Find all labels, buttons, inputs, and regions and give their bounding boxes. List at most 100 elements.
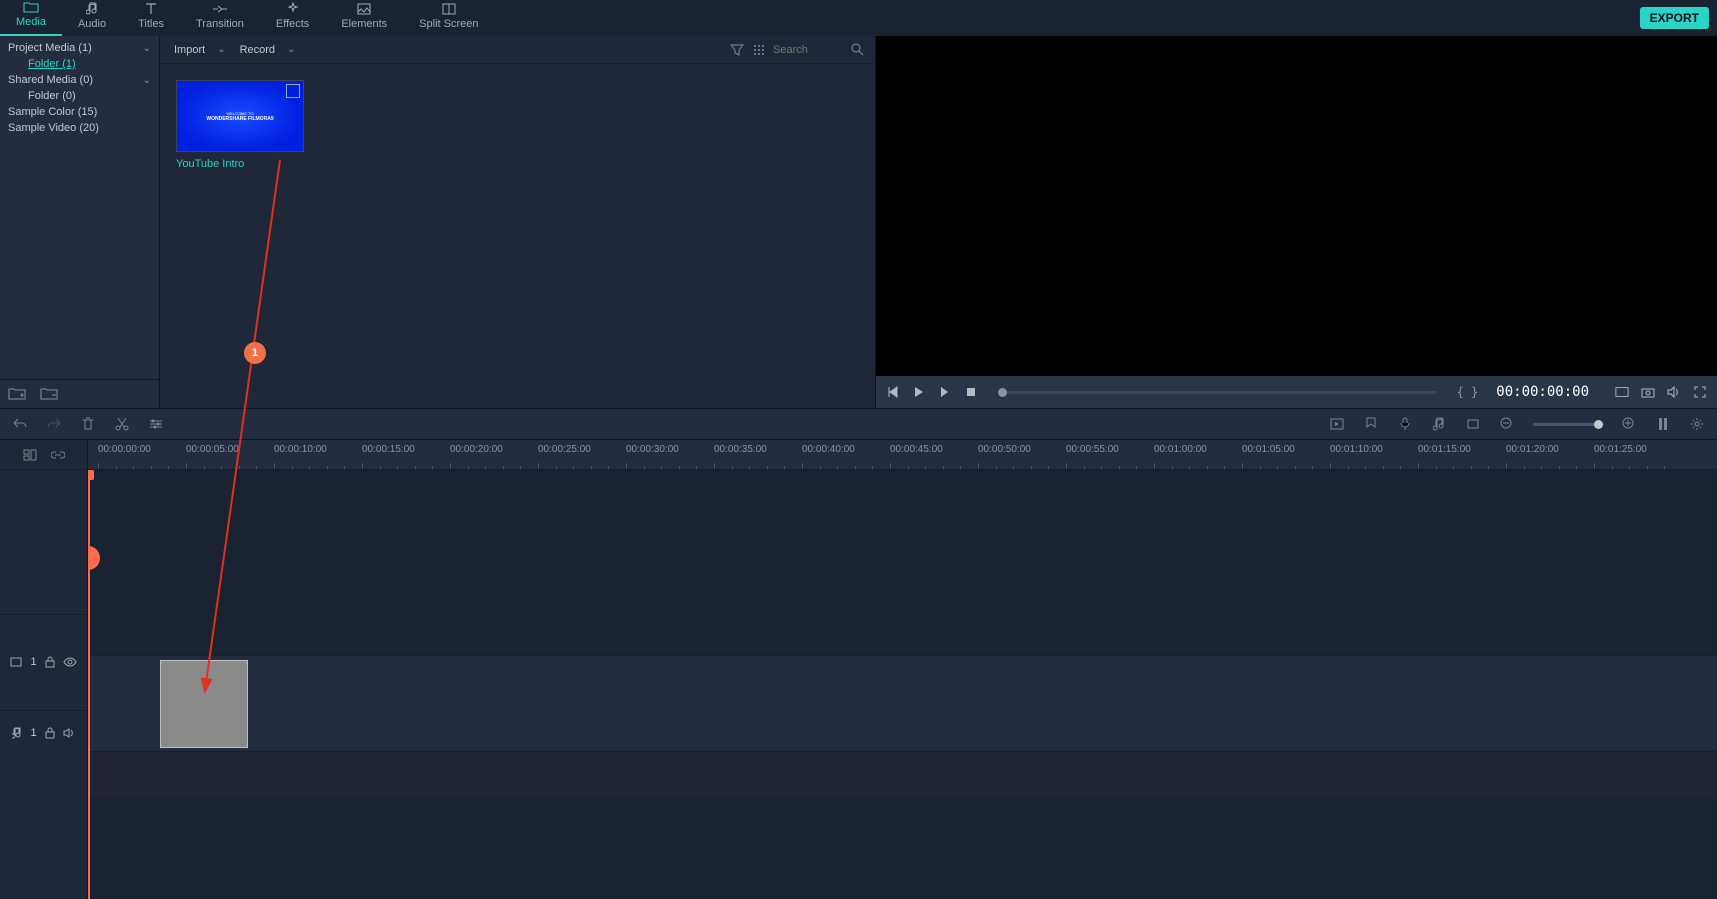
snapshot-icon[interactable] bbox=[1641, 385, 1655, 399]
tree-folder-0[interactable]: Folder (0) bbox=[0, 88, 159, 104]
track-number: 1 bbox=[30, 727, 36, 739]
zoom-in-icon[interactable] bbox=[1621, 416, 1637, 432]
render-icon[interactable] bbox=[1329, 416, 1345, 432]
lock-icon[interactable] bbox=[45, 656, 55, 668]
delete-icon[interactable] bbox=[80, 416, 96, 432]
import-dropdown[interactable]: Import⌄ bbox=[170, 42, 230, 58]
mark-in-out-icon[interactable]: { } bbox=[1457, 385, 1479, 399]
clip-youtube-intro[interactable]: WELCOME TO WONDERSHARE FILMORA9 YouTube … bbox=[176, 80, 304, 170]
ruler-label: 00:01:25:00 bbox=[1594, 444, 1647, 455]
ruler-label: 00:00:50:00 bbox=[978, 444, 1031, 455]
audio-track-1[interactable] bbox=[88, 751, 1717, 797]
tab-label: Titles bbox=[138, 18, 164, 30]
tab-label: Audio bbox=[78, 18, 106, 30]
playhead[interactable] bbox=[88, 470, 90, 899]
timeline-tracks[interactable]: 00:00:00:0000:00:05:0000:00:10:0000:00:1… bbox=[88, 440, 1717, 899]
timeline-ruler[interactable]: 00:00:00:0000:00:05:0000:00:10:0000:00:1… bbox=[88, 440, 1717, 470]
zoom-fit-icon[interactable] bbox=[1655, 416, 1671, 432]
ruler-label: 00:01:10:00 bbox=[1330, 444, 1383, 455]
media-sidebar: Project Media (1)⌄ Folder (1) Shared Med… bbox=[0, 36, 160, 408]
toggle-track-height-icon[interactable] bbox=[22, 447, 38, 463]
tree-project-media[interactable]: Project Media (1)⌄ bbox=[0, 40, 159, 56]
tree-shared-media[interactable]: Shared Media (0)⌄ bbox=[0, 72, 159, 88]
tab-elements[interactable]: Elements bbox=[325, 0, 403, 36]
tab-label: Effects bbox=[276, 18, 309, 30]
ruler-label: 00:00:10:00 bbox=[274, 444, 327, 455]
redo-icon[interactable] bbox=[46, 416, 62, 432]
edit-props-icon[interactable] bbox=[148, 416, 164, 432]
video-track-1[interactable] bbox=[88, 655, 1717, 751]
search-input[interactable] bbox=[773, 44, 843, 56]
preview-progress[interactable] bbox=[998, 391, 1437, 394]
preview-timecode: 00:00:00:00 bbox=[1496, 384, 1589, 400]
next-frame-icon[interactable] bbox=[938, 385, 952, 399]
grid-view-icon[interactable] bbox=[751, 42, 767, 58]
fullscreen-icon[interactable] bbox=[1693, 385, 1707, 399]
split-clip-icon[interactable] bbox=[114, 416, 130, 432]
new-folder-icon[interactable] bbox=[8, 386, 26, 402]
media-toolbar: Import⌄ Record⌄ bbox=[160, 36, 875, 64]
chevron-down-icon: ⌄ bbox=[217, 44, 225, 55]
search-icon[interactable] bbox=[849, 42, 865, 58]
clip-drop-ghost bbox=[160, 660, 248, 748]
voiceover-icon[interactable] bbox=[1397, 416, 1413, 432]
render-preview-icon[interactable] bbox=[1615, 385, 1629, 399]
zoom-slider[interactable] bbox=[1533, 423, 1603, 426]
volume-icon[interactable] bbox=[1667, 385, 1681, 399]
link-icon[interactable] bbox=[50, 447, 66, 463]
undo-icon[interactable] bbox=[12, 416, 28, 432]
tree-sample-color[interactable]: Sample Color (15) bbox=[0, 104, 159, 120]
zoom-out-icon[interactable] bbox=[1499, 416, 1515, 432]
clip-label: YouTube Intro bbox=[176, 152, 304, 170]
tab-audio[interactable]: Audio bbox=[62, 0, 122, 36]
search-wrap bbox=[773, 42, 865, 58]
preview-panel: { } 00:00:00:00 bbox=[876, 36, 1717, 408]
ruler-label: 00:00:55:00 bbox=[1066, 444, 1119, 455]
record-dropdown[interactable]: Record⌄ bbox=[236, 42, 300, 58]
ruler-label: 00:01:15:00 bbox=[1418, 444, 1471, 455]
audio-mixer-icon[interactable] bbox=[1431, 416, 1447, 432]
transition-icon bbox=[212, 2, 228, 16]
tree-folder-1[interactable]: Folder (1) bbox=[0, 56, 159, 72]
tab-label: Elements bbox=[341, 18, 387, 30]
audio-track-header[interactable]: 1 bbox=[0, 710, 87, 756]
text-icon bbox=[143, 2, 159, 16]
media-tree: Project Media (1)⌄ Folder (1) Shared Med… bbox=[0, 36, 159, 379]
prev-frame-icon[interactable] bbox=[886, 385, 900, 399]
preview-viewport bbox=[876, 36, 1717, 376]
delete-folder-icon[interactable] bbox=[40, 386, 58, 402]
music-icon bbox=[84, 2, 100, 16]
tab-media[interactable]: Media bbox=[0, 0, 62, 36]
export-button[interactable]: EXPORT bbox=[1640, 7, 1709, 29]
tab-titles[interactable]: Titles bbox=[122, 0, 180, 36]
tab-split-screen[interactable]: Split Screen bbox=[403, 0, 494, 36]
eye-icon[interactable] bbox=[63, 657, 77, 667]
ruler-label: 00:00:45:00 bbox=[890, 444, 943, 455]
marker-icon[interactable] bbox=[1363, 416, 1379, 432]
sidebar-bottom-bar bbox=[0, 379, 159, 408]
play-icon[interactable] bbox=[912, 385, 926, 399]
ruler-label: 00:00:35:00 bbox=[714, 444, 767, 455]
filter-icon[interactable] bbox=[729, 42, 745, 58]
tree-sample-video[interactable]: Sample Video (20) bbox=[0, 120, 159, 136]
tab-label: Transition bbox=[196, 18, 244, 30]
settings-icon[interactable] bbox=[1689, 416, 1705, 432]
track-number: 1 bbox=[30, 656, 36, 668]
split-icon bbox=[441, 2, 457, 16]
ruler-label: 00:01:20:00 bbox=[1506, 444, 1559, 455]
mute-icon[interactable] bbox=[63, 728, 75, 738]
clip-thumbnail: WELCOME TO WONDERSHARE FILMORA9 bbox=[176, 80, 304, 152]
clip-type-badge-icon bbox=[286, 84, 300, 98]
tab-label: Split Screen bbox=[419, 18, 478, 30]
lock-icon[interactable] bbox=[45, 727, 55, 739]
stop-icon[interactable] bbox=[964, 385, 978, 399]
ruler-label: 00:01:05:00 bbox=[1242, 444, 1295, 455]
tab-transition[interactable]: Transition bbox=[180, 0, 260, 36]
track-header-top bbox=[0, 440, 87, 470]
crop-icon[interactable] bbox=[1465, 416, 1481, 432]
timeline-track-headers: 1 1 bbox=[0, 440, 88, 899]
tab-effects[interactable]: Effects bbox=[260, 0, 325, 36]
tracks-area[interactable] bbox=[88, 470, 1717, 899]
video-track-header[interactable]: 1 bbox=[0, 614, 87, 710]
ruler-label: 00:00:25:00 bbox=[538, 444, 591, 455]
